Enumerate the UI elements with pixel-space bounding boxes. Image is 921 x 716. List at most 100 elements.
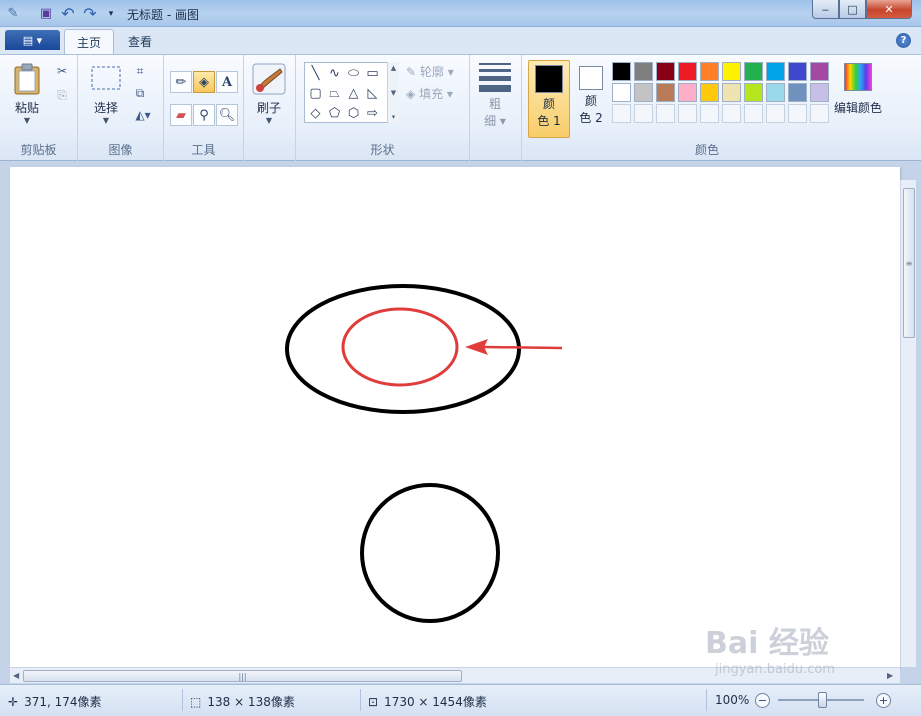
palette-color-swatch[interactable] xyxy=(788,62,807,81)
shapes-gallery: ╲ ∿ ⬭ ▭ ▢ ⏢ △ ◺ ◇ ⬠ ⬡ ⇨ xyxy=(304,62,399,123)
zoom-in-button[interactable]: + xyxy=(876,693,891,708)
palette-color-swatch[interactable] xyxy=(810,62,829,81)
color1-label-a: 颜 xyxy=(542,97,555,111)
rotate-icon[interactable]: ◭▾ xyxy=(130,105,156,125)
curve-shape-icon[interactable]: ∿ xyxy=(325,64,344,83)
zoom-level: 100% xyxy=(715,693,750,707)
palette-color-swatch[interactable] xyxy=(700,62,719,81)
vertical-scroll-thumb[interactable]: ≡ xyxy=(903,188,915,338)
palette-color-swatch[interactable] xyxy=(612,83,631,102)
crop-icon[interactable]: ⌗ xyxy=(130,61,150,81)
magnifier-icon[interactable]: 🔍︎ xyxy=(216,104,238,126)
brushes-button[interactable]: 刷子 ▼ xyxy=(252,63,286,125)
zoom-out-button[interactable]: − xyxy=(755,693,770,708)
undo-icon[interactable]: ↶ xyxy=(59,4,77,23)
color1-swatch xyxy=(535,65,563,93)
palette-color-swatch[interactable] xyxy=(634,62,653,81)
horizontal-scroll-thumb[interactable]: ||| xyxy=(23,670,462,682)
select-button[interactable]: 选择 ▼ xyxy=(90,63,122,125)
fill-button[interactable]: ◈ 填充 ▾ xyxy=(406,85,453,102)
palette-custom-slot[interactable] xyxy=(744,104,763,123)
edit-colors-button[interactable]: 编辑颜色 xyxy=(834,63,882,116)
status-bar: ✛ 371, 174像素 ⬚ 138 × 138像素 ⊡ 1730 × 1454… xyxy=(0,684,921,716)
palette-color-swatch[interactable] xyxy=(810,83,829,102)
palette-custom-slot[interactable] xyxy=(722,104,741,123)
palette-color-swatch[interactable] xyxy=(678,62,697,81)
tab-home[interactable]: 主页 xyxy=(64,29,115,54)
palette-custom-slot[interactable] xyxy=(634,104,653,123)
palette-custom-slot[interactable] xyxy=(678,104,697,123)
text-tool-icon[interactable]: A xyxy=(216,71,238,93)
palette-color-swatch[interactable] xyxy=(634,83,653,102)
palette-color-swatch[interactable] xyxy=(766,83,785,102)
palette-color-swatch[interactable] xyxy=(656,62,675,81)
diamond-shape-icon[interactable]: ◇ xyxy=(306,104,325,123)
title-bar: ✎ ▣ ↶ ↷ ▾ 无标题 - 画图 ‒ □ ✕ xyxy=(0,0,921,27)
quick-access-dropdown-icon[interactable]: ▾ xyxy=(102,5,120,22)
oval-shape-icon[interactable]: ⬭ xyxy=(344,64,363,83)
drawing-canvas[interactable] xyxy=(10,167,900,667)
palette-custom-slot[interactable] xyxy=(766,104,785,123)
brushes-group: 刷子 ▼ xyxy=(244,55,296,161)
copy-icon[interactable]: ⎘ xyxy=(52,85,72,105)
paint-app-icon[interactable]: ✎ xyxy=(4,5,22,22)
close-button[interactable]: ✕ xyxy=(866,0,912,19)
paste-button[interactable]: 粘贴 ▼ xyxy=(12,63,42,125)
outline-button[interactable]: ✎ 轮廓 ▾ xyxy=(406,63,454,80)
color1-button[interactable]: 颜 色 1 xyxy=(528,60,570,138)
triangle-shape-icon[interactable]: △ xyxy=(344,84,363,103)
horizontal-scrollbar[interactable]: ◀ ||| ▶ xyxy=(10,667,900,683)
maximize-button[interactable]: □ xyxy=(839,0,866,19)
right-triangle-shape-icon[interactable]: ◺ xyxy=(363,84,382,103)
pentagon-shape-icon[interactable]: ⬠ xyxy=(325,104,344,123)
palette-color-swatch[interactable] xyxy=(612,62,631,81)
eraser-icon[interactable]: ▰ xyxy=(170,104,192,126)
shapes-gallery-scroll[interactable]: ▲ ▼ ▾ xyxy=(387,62,399,123)
vertical-scrollbar[interactable]: ≡ xyxy=(900,180,916,667)
palette-custom-slot[interactable] xyxy=(656,104,675,123)
size-button[interactable]: 粗 细 ▾ xyxy=(478,63,512,130)
hexagon-shape-icon[interactable]: ⬡ xyxy=(344,104,363,123)
scroll-up-icon[interactable]: ▲ xyxy=(391,64,396,72)
tab-view[interactable]: 查看 xyxy=(116,29,164,54)
palette-custom-slot[interactable] xyxy=(788,104,807,123)
arrow-shape-icon[interactable]: ⇨ xyxy=(363,104,382,123)
zoom-slider-thumb[interactable] xyxy=(818,692,827,708)
palette-color-swatch[interactable] xyxy=(678,83,697,102)
fill-bucket-icon[interactable]: ◈ xyxy=(193,71,215,93)
scroll-right-icon[interactable]: ▶ xyxy=(887,671,893,680)
scroll-left-icon[interactable]: ◀ xyxy=(13,671,19,680)
palette-color-swatch[interactable] xyxy=(788,83,807,102)
palette-custom-slot[interactable] xyxy=(612,104,631,123)
app-menu-button[interactable]: ▤ ▾ xyxy=(5,30,60,50)
palette-color-swatch[interactable] xyxy=(722,83,741,102)
redo-icon[interactable]: ↷ xyxy=(81,4,99,23)
palette-color-swatch[interactable] xyxy=(766,62,785,81)
save-icon[interactable]: ▣ xyxy=(37,5,55,22)
scroll-down-icon[interactable]: ▼ xyxy=(391,89,396,97)
minimize-button[interactable]: ‒ xyxy=(812,0,839,19)
pencil-icon[interactable]: ✏ xyxy=(170,71,192,93)
line-shape-icon[interactable]: ╲ xyxy=(306,64,325,83)
rounded-rectangle-shape-icon[interactable]: ▢ xyxy=(306,84,325,103)
canvas-size-text: 1730 × 1454像素 xyxy=(384,695,487,709)
resize-icon[interactable]: ⧉ xyxy=(130,83,150,103)
rectangle-shape-icon[interactable]: ▭ xyxy=(363,64,382,83)
palette-color-swatch[interactable] xyxy=(722,62,741,81)
palette-custom-slot[interactable] xyxy=(810,104,829,123)
polygon-shape-icon[interactable]: ⏢ xyxy=(325,84,344,103)
palette-color-swatch[interactable] xyxy=(744,83,763,102)
color-picker-icon[interactable]: ⚲ xyxy=(193,104,215,126)
palette-color-swatch[interactable] xyxy=(744,62,763,81)
red-ellipse xyxy=(341,307,459,387)
tools-group-label: 工具 xyxy=(191,143,216,157)
color2-button[interactable]: 颜 色 2 xyxy=(570,60,612,138)
help-button[interactable]: ? xyxy=(896,33,911,48)
palette-color-swatch[interactable] xyxy=(700,83,719,102)
palette-color-swatch[interactable] xyxy=(656,83,675,102)
cut-icon[interactable]: ✂ xyxy=(52,61,72,81)
select-label: 选择 xyxy=(93,101,118,115)
palette-custom-slot[interactable] xyxy=(700,104,719,123)
shapes-group-label: 形状 xyxy=(370,143,395,157)
expand-gallery-icon[interactable]: ▾ xyxy=(392,113,396,121)
